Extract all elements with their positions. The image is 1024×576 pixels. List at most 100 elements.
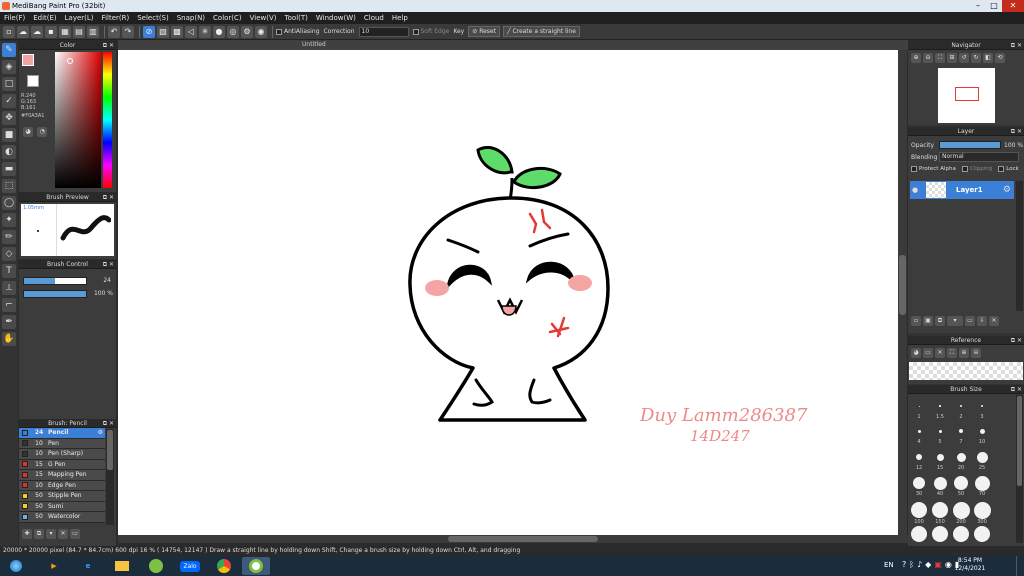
copy-layer-icon[interactable]: ⧉ — [935, 316, 945, 326]
panel-close-icon[interactable]: ⧉ ✕ — [103, 193, 114, 202]
grid-icon[interactable]: ▦ — [59, 25, 71, 38]
reset-view-icon[interactable]: ⟲ — [995, 53, 1005, 63]
brush-size-slider[interactable] — [23, 277, 87, 285]
brush-item-pen[interactable]: 10 Pen — [19, 438, 105, 449]
menu-view[interactable]: View(V) — [250, 14, 277, 22]
gear-icon[interactable]: ⚙ — [98, 429, 103, 436]
reference-load-icon[interactable]: ◕ — [911, 348, 921, 358]
palette-add-icon[interactable]: ◔ — [37, 127, 48, 137]
menu-tool[interactable]: Tool(T) — [285, 14, 308, 22]
size-dot-partial[interactable] — [953, 526, 969, 542]
rotate-right-icon[interactable]: ↻ — [971, 53, 981, 63]
new-file-icon[interactable]: ▫ — [3, 25, 15, 38]
select-pen-icon[interactable]: ✏ — [2, 230, 16, 244]
brush-tool-icon[interactable]: ✎ — [2, 43, 16, 57]
size-dot-50[interactable] — [951, 473, 971, 493]
gear-icon[interactable]: ⚙ — [1003, 185, 1011, 195]
menu-window[interactable]: Window(W) — [316, 14, 356, 22]
taskbar-app[interactable] — [142, 557, 170, 575]
select-tool-icon[interactable]: ✓ — [2, 94, 16, 108]
size-dot-300[interactable] — [972, 500, 992, 520]
undo-icon[interactable]: ↶ — [108, 25, 120, 38]
antivirus-icon[interactable]: ▣ — [934, 560, 942, 569]
panel-close-icon[interactable]: ⧉ ✕ — [103, 41, 114, 50]
panel-icon[interactable]: ▥ — [87, 25, 99, 38]
perspective-icon[interactable]: ◁ — [185, 25, 197, 38]
size-dot-40[interactable] — [930, 473, 950, 493]
size-dot-70[interactable] — [972, 473, 992, 493]
panel-close-icon[interactable]: ⧉ ✕ — [1011, 127, 1022, 136]
pen-tool-icon[interactable]: ✒ — [2, 315, 16, 329]
reset-button[interactable]: ⊘ Reset — [468, 26, 500, 37]
dot-tool-icon[interactable]: □ — [2, 77, 16, 91]
size-dot-25[interactable] — [972, 447, 992, 467]
cloud-icon[interactable]: ☁ — [31, 25, 43, 38]
size-dot-1[interactable] — [909, 396, 929, 416]
size-dot-partial[interactable] — [974, 526, 990, 542]
menu-edit[interactable]: Edit(E) — [33, 14, 56, 22]
navigator-thumbnail[interactable] — [938, 68, 995, 123]
menu-cloud[interactable]: Cloud — [364, 14, 384, 22]
layer-menu-icon[interactable]: ▾ — [947, 316, 963, 326]
size-dot-2[interactable] — [951, 396, 971, 416]
brush-folder-icon[interactable]: ▭ — [70, 529, 80, 539]
new-layer-icon[interactable]: ▫ — [911, 316, 921, 326]
taskbar-ie[interactable]: e — [74, 557, 102, 575]
hue-slider[interactable] — [103, 52, 112, 188]
parallel-ruler-icon[interactable]: ▧ — [157, 25, 169, 38]
size-dot-100[interactable] — [909, 500, 929, 520]
brush-add-icon[interactable]: ✚ — [22, 529, 32, 539]
menu-select[interactable]: Select(S) — [137, 14, 169, 22]
panel-close-icon[interactable]: ⧉ ✕ — [1011, 336, 1022, 345]
move-tool-icon[interactable]: ✥ — [2, 111, 16, 125]
size-dot-150[interactable] — [930, 500, 950, 520]
text-tool-icon[interactable]: T — [2, 264, 16, 278]
actual-size-icon[interactable]: ⊞ — [947, 53, 957, 63]
tray-app-icon[interactable]: ◉ — [945, 560, 952, 569]
fit-screen-icon[interactable]: ⛶ — [935, 53, 945, 63]
eraser-tool-icon[interactable]: ◈ — [2, 60, 16, 74]
canvas[interactable]: Duy Lamm286387 14D247 — [118, 50, 898, 535]
horizontal-scrollbar[interactable] — [118, 535, 908, 543]
language-indicator[interactable]: EN — [884, 561, 894, 569]
size-dot-12[interactable] — [909, 447, 929, 467]
menu-snap[interactable]: Snap(N) — [177, 14, 205, 22]
panel-close-icon[interactable]: ⧉ ✕ — [103, 419, 114, 428]
brush-item-stipple-pen[interactable]: 50 Stipple Pen — [19, 491, 105, 502]
start-button[interactable] — [2, 557, 30, 575]
export-icon[interactable]: ▤ — [73, 25, 85, 38]
size-dot-partial[interactable] — [911, 526, 927, 542]
panel-close-icon[interactable]: ⧉ ✕ — [1011, 41, 1022, 50]
tray-icon[interactable]: ◆ — [925, 560, 931, 569]
radial-ruler-icon[interactable]: ✳ — [199, 25, 211, 38]
cross-ruler-icon[interactable]: ▩ — [171, 25, 183, 38]
concentric-ruler-icon[interactable]: ◎ — [227, 25, 239, 38]
soft-edge-checkbox[interactable] — [412, 28, 419, 35]
size-dot-20[interactable] — [951, 447, 971, 467]
menu-filter[interactable]: Filter(R) — [102, 14, 130, 22]
saturation-value-picker[interactable] — [55, 52, 101, 188]
taskbar-zalo[interactable]: Zalo — [176, 557, 204, 575]
hand-tool-icon[interactable]: ✋ — [2, 332, 16, 346]
panel-close-icon[interactable]: ⧉ ✕ — [1011, 385, 1022, 394]
document-tab[interactable]: Untitled — [118, 40, 908, 50]
brush-opacity-slider[interactable] — [23, 290, 87, 298]
brush-item-sumi[interactable]: 50 Sumi — [19, 501, 105, 512]
blending-select[interactable]: Normal — [939, 152, 1019, 162]
brush-item-mapping-pen[interactable]: 15 Mapping Pen — [19, 470, 105, 481]
maximize-button[interactable]: □ — [986, 0, 1002, 12]
bucket-tool-icon[interactable]: ◐ — [2, 145, 16, 159]
gradient-tool-icon[interactable]: ▬ — [2, 162, 16, 176]
zoom-out-icon[interactable]: ⊖ — [923, 53, 933, 63]
size-dot-partial[interactable] — [932, 526, 948, 542]
menu-color[interactable]: Color(C) — [213, 14, 242, 22]
background-color-swatch[interactable] — [27, 75, 39, 87]
horizontal-scroll-thumb[interactable] — [448, 536, 598, 542]
reference-zoom-out-icon[interactable]: ⊖ — [971, 348, 981, 358]
palette-icon[interactable]: ◕ — [23, 127, 33, 137]
vertical-scrollbar[interactable] — [898, 50, 907, 535]
brush-menu-icon[interactable]: ▾ — [46, 529, 56, 539]
layer-folder-icon[interactable]: ▭ — [965, 316, 975, 326]
eyedropper-icon[interactable]: ⌐ — [2, 298, 16, 312]
brush-item-pencil[interactable]: 24 Pencil ⚙ — [19, 428, 105, 439]
